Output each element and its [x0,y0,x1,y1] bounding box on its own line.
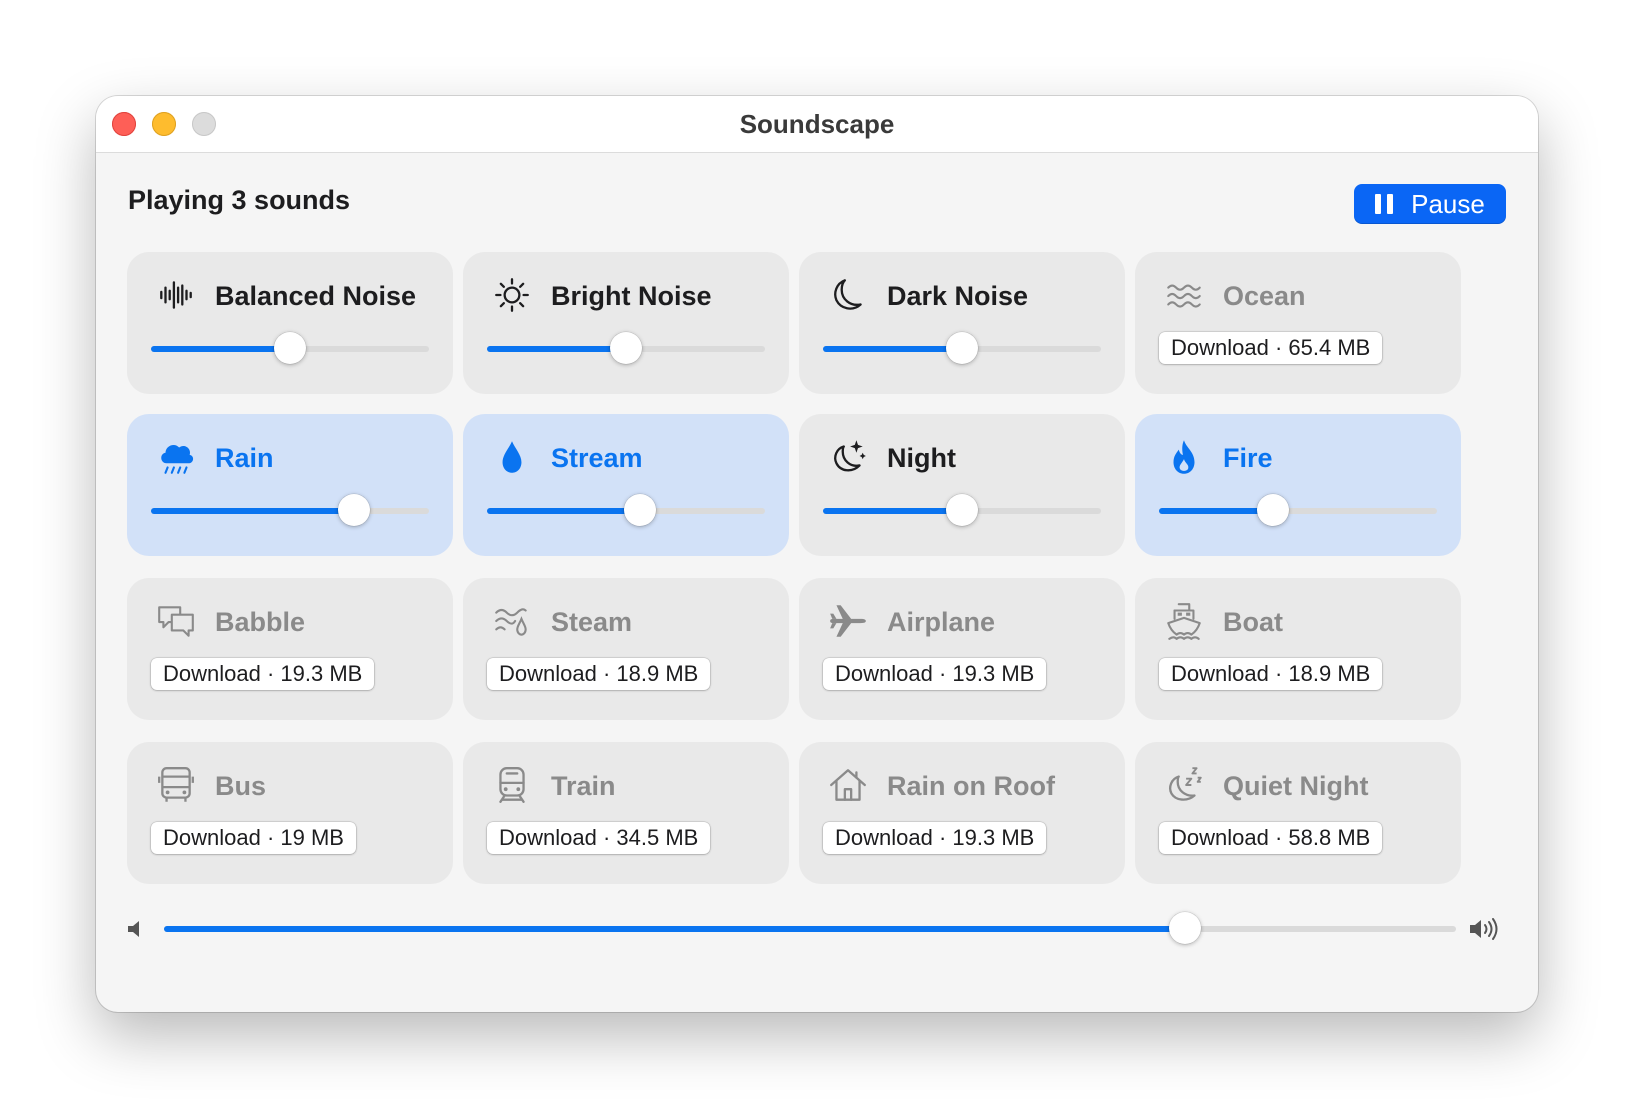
sound-tile-bright-noise[interactable]: Bright Noise [463,252,789,394]
flame-icon [1163,436,1205,478]
sound-name: Night [887,443,956,473]
sound-name: Quiet Night [1223,771,1369,801]
sound-tile-bus[interactable]: Bus Download · 19 MB [127,742,453,884]
slider-fill [487,508,640,514]
sound-volume-slider[interactable] [151,332,429,364]
sound-name: Rain on Roof [887,771,1055,801]
download-button[interactable]: Download · 19.3 MB [151,658,375,690]
download-button[interactable]: Download · 18.9 MB [487,658,711,690]
ferry-icon [1163,600,1205,642]
sound-tile-steam[interactable]: Steam Download · 18.9 MB [463,578,789,720]
cloud-rain-icon [155,436,197,478]
speaker-low-icon [126,918,148,940]
sound-tile-babble[interactable]: Babble Download · 19.3 MB [127,578,453,720]
download-button[interactable]: Download · 19.3 MB [823,822,1047,854]
sound-name: Airplane [887,607,996,637]
slider-fill [151,508,354,514]
slider-knob[interactable] [623,494,656,526]
title-bar: Soundscape [96,96,1538,153]
sound-name: Bright Noise [551,281,712,311]
download-button[interactable]: Download · 58.8 MB [1159,822,1383,854]
sound-tile-rain-on-roof[interactable]: Rain on Roof Download · 19.3 MB [799,742,1125,884]
sound-name: Train [551,771,616,801]
sound-tile-quiet-night[interactable]: Quiet Night Download · 58.8 MB [1135,742,1461,884]
download-button[interactable]: Download · 65.4 MB [1159,332,1383,364]
sound-tile-balanced-noise[interactable]: Balanced Noise [127,252,453,394]
pause-icon [1375,194,1394,214]
speaker-high-icon [1468,916,1502,942]
sun-icon [491,274,533,316]
sound-name: Balanced Noise [215,281,417,311]
sound-tile-airplane[interactable]: Airplane Download · 19.3 MB [799,578,1125,720]
moon-icon [827,274,869,316]
download-button[interactable]: Download · 19.3 MB [823,658,1047,690]
download-button[interactable]: Download · 18.9 MB [1159,658,1383,690]
sound-name: Steam [551,607,633,637]
airplane-icon [827,600,869,642]
bus-icon [155,764,197,806]
waves-icon [1163,274,1205,316]
slider-fill [823,346,962,352]
sound-name: Fire [1223,443,1273,473]
pause-button[interactable]: Pause [1354,184,1506,224]
sound-name: Rain [215,443,274,473]
sound-tile-ocean[interactable]: Ocean Download · 65.4 MB [1135,252,1461,394]
slider-fill [151,346,290,352]
sound-tile-rain[interactable]: Rain [127,414,453,556]
moon-zzz-icon [1163,764,1205,806]
moon-stars-icon [827,436,869,478]
sound-tile-train[interactable]: Train Download · 34.5 MB [463,742,789,884]
sound-volume-slider[interactable] [151,494,429,526]
playing-status: Playing 3 sounds [128,185,351,215]
download-button[interactable]: Download · 19 MB [151,822,356,854]
master-volume-knob[interactable] [1168,912,1201,944]
window-title: Soundscape [739,109,895,139]
sound-volume-slider[interactable] [487,332,765,364]
steam-icon [491,600,533,642]
slider-fill [487,346,626,352]
master-volume-slider[interactable] [164,912,1456,944]
sound-tile-fire[interactable]: Fire [1135,414,1461,556]
sound-name: Bus [215,771,267,801]
sound-name: Stream [551,443,643,473]
sound-name: Boat [1223,607,1283,637]
slider-knob[interactable] [274,332,306,364]
slider-knob[interactable] [610,332,642,364]
speech-bubbles-icon [155,600,197,642]
sound-volume-slider[interactable] [823,332,1101,364]
sound-volume-slider[interactable] [823,494,1101,526]
house-icon [827,764,869,806]
slider-knob[interactable] [946,332,978,364]
train-icon [491,764,533,806]
sound-name: Babble [215,607,306,637]
sound-name: Ocean [1223,281,1306,311]
pause-label: Pause [1411,188,1485,219]
drop-icon [491,436,533,478]
app-window: Soundscape Playing 3 sounds Pause Balanc… [96,96,1538,1012]
slider-knob[interactable] [1256,494,1289,526]
sound-tile-stream[interactable]: Stream [463,414,789,556]
waveform-icon [155,274,197,316]
slider-fill [823,508,962,514]
slider-knob[interactable] [946,494,978,526]
slider-fill [1159,508,1273,514]
sound-tile-night[interactable]: Night [799,414,1125,556]
sound-tile-boat[interactable]: Boat Download · 18.9 MB [1135,578,1461,720]
slider-knob[interactable] [337,494,370,526]
sound-volume-slider[interactable] [487,494,765,526]
master-volume-fill [164,926,1185,932]
sound-tile-dark-noise[interactable]: Dark Noise [799,252,1125,394]
download-button[interactable]: Download · 34.5 MB [487,822,711,854]
sound-name: Dark Noise [887,281,1029,311]
sound-volume-slider[interactable] [1159,494,1437,526]
